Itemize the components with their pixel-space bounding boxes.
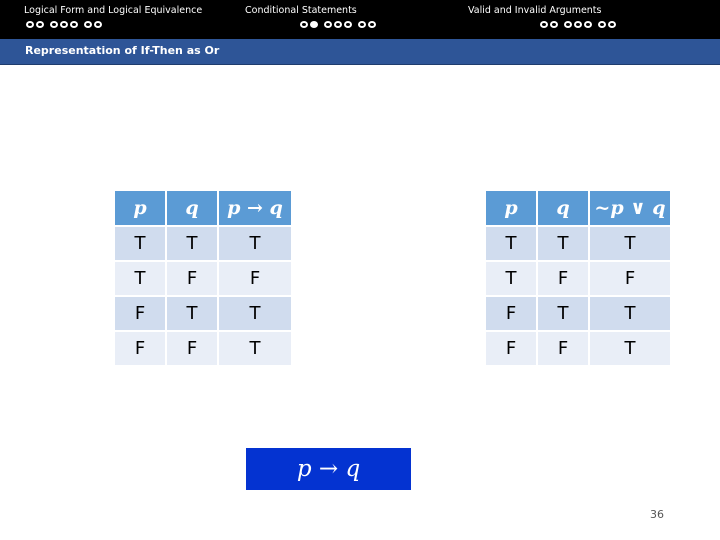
nav-section-title[interactable]: Conditional Statements <box>245 5 357 16</box>
table-row: F T T <box>486 297 670 330</box>
navigation-bar: Logical Form and Logical Equivalence Con… <box>0 0 720 39</box>
nav-section-title[interactable]: Logical Form and Logical Equivalence <box>24 5 202 16</box>
table-cell: F <box>486 332 536 365</box>
nav-dots <box>540 21 618 28</box>
page-number: 36 <box>650 508 664 521</box>
table-cell: T <box>167 297 217 330</box>
table-row: F F T <box>486 332 670 365</box>
table-cell: T <box>538 297 588 330</box>
column-header-implication: p → q <box>219 191 291 225</box>
table-cell: T <box>219 227 291 260</box>
column-header-q: q <box>538 191 588 225</box>
column-header-q: q <box>167 191 217 225</box>
column-header-disjunction: ~p ∨ q <box>590 191 670 225</box>
table-cell: F <box>538 262 588 295</box>
nav-dot[interactable] <box>564 21 572 28</box>
table-row: T F F <box>486 262 670 295</box>
column-header-p: p <box>115 191 165 225</box>
nav-dot[interactable] <box>324 21 332 28</box>
table-cell: F <box>167 332 217 365</box>
table-cell: F <box>486 297 536 330</box>
nav-dot[interactable] <box>540 21 548 28</box>
nav-dot[interactable] <box>300 21 308 28</box>
nav-dot[interactable] <box>344 21 352 28</box>
truth-table-disjunction: p q ~p ∨ q T T T T F F F T T F F T <box>484 189 672 367</box>
table-cell: T <box>538 227 588 260</box>
nav-dot[interactable] <box>84 21 92 28</box>
nav-dot[interactable] <box>368 21 376 28</box>
table-cell: T <box>486 262 536 295</box>
table-cell: T <box>590 297 670 330</box>
nav-dots <box>26 21 104 28</box>
table-cell: F <box>538 332 588 365</box>
table-row: F F T <box>115 332 291 365</box>
nav-dot[interactable] <box>50 21 58 28</box>
table-cell: T <box>590 227 670 260</box>
nav-dot-current[interactable] <box>310 21 318 28</box>
table-row: T F F <box>115 262 291 295</box>
nav-dot[interactable] <box>94 21 102 28</box>
nav-section-title[interactable]: Valid and Invalid Arguments <box>468 5 601 16</box>
table-cell: F <box>590 262 670 295</box>
nav-dot[interactable] <box>574 21 582 28</box>
nav-dot[interactable] <box>36 21 44 28</box>
table-cell: F <box>115 297 165 330</box>
column-header-p: p <box>486 191 536 225</box>
nav-dot[interactable] <box>334 21 342 28</box>
nav-dots <box>300 21 378 28</box>
table-cell: F <box>219 262 291 295</box>
table-cell: T <box>167 227 217 260</box>
nav-dot[interactable] <box>60 21 68 28</box>
nav-dot[interactable] <box>598 21 606 28</box>
nav-dot[interactable] <box>608 21 616 28</box>
table-cell: T <box>115 227 165 260</box>
table-header-row: p q ~p ∨ q <box>486 191 670 225</box>
truth-table-implication: p q p → q T T T T F F F T T F F T <box>113 189 293 367</box>
frame-title: Representation of If-Then as Or <box>25 44 220 57</box>
nav-dot[interactable] <box>26 21 34 28</box>
frame-title-bar: Representation of If-Then as Or <box>0 39 720 65</box>
table-cell: T <box>219 332 291 365</box>
table-cell: T <box>219 297 291 330</box>
table-header-row: p q p → q <box>115 191 291 225</box>
nav-dot[interactable] <box>358 21 366 28</box>
nav-dot[interactable] <box>584 21 592 28</box>
nav-dot[interactable] <box>550 21 558 28</box>
table-cell: F <box>167 262 217 295</box>
table-cell: T <box>486 227 536 260</box>
table-cell: T <box>115 262 165 295</box>
table-row: T T T <box>486 227 670 260</box>
table-cell: T <box>590 332 670 365</box>
formula-box: p → q <box>246 448 411 490</box>
table-row: F T T <box>115 297 291 330</box>
table-cell: F <box>115 332 165 365</box>
nav-dot[interactable] <box>70 21 78 28</box>
table-row: T T T <box>115 227 291 260</box>
